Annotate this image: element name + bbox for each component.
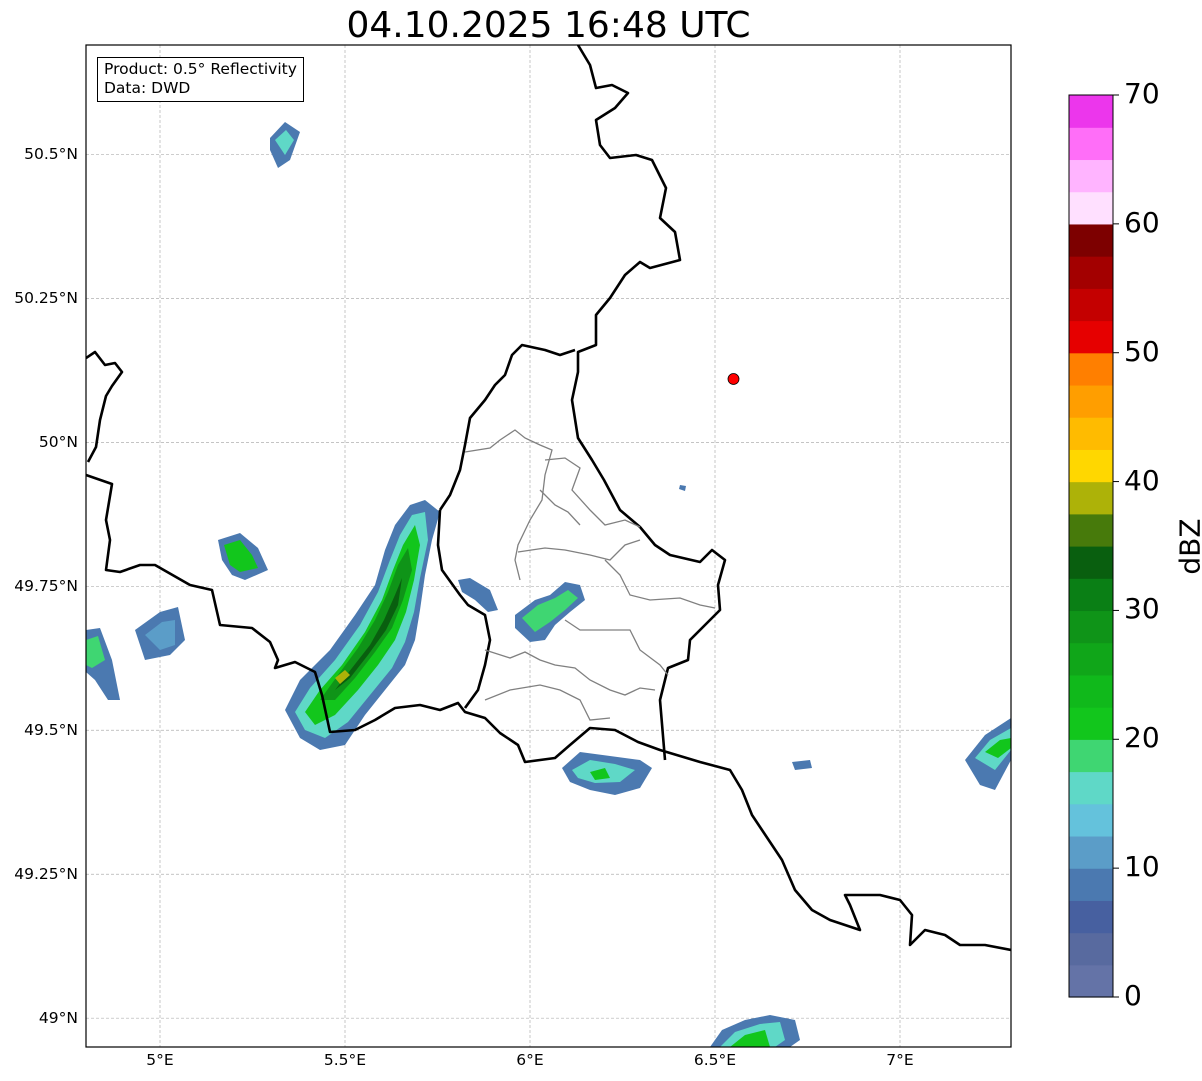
colorbar-swatch	[1069, 449, 1113, 483]
colorbar-swatch	[1069, 223, 1113, 257]
colorbar-swatch	[1069, 320, 1113, 354]
colorbar-swatch	[1069, 739, 1113, 773]
radar-map	[85, 44, 1119, 1048]
colorbar-swatch	[1069, 191, 1113, 225]
echo-cluster-west	[86, 122, 300, 700]
colorbar-swatch	[1069, 932, 1113, 966]
colorbar-swatch	[1069, 964, 1113, 998]
colorbar-swatch	[1069, 900, 1113, 934]
colorbar-swatch	[1069, 610, 1113, 644]
colorbar-swatch	[1069, 835, 1113, 869]
colorbar-swatch	[1069, 513, 1113, 547]
colorbar-swatch	[1069, 803, 1113, 837]
colorbar-tick-label: 10	[1124, 850, 1160, 884]
colorbar-swatch	[1069, 578, 1113, 612]
lon-tick-label: 5.5°E	[323, 1051, 367, 1069]
reflectivity-echoes	[86, 122, 1011, 1047]
lat-tick-label: 50.5°N	[24, 145, 78, 164]
colorbar-swatch	[1069, 868, 1113, 901]
colorbar-swatch	[1069, 546, 1113, 579]
colorbar-swatch	[1069, 771, 1113, 805]
lat-tick-label: 49.5°N	[24, 721, 78, 740]
colorbar-tick-label: 50	[1124, 334, 1160, 368]
country-borders	[86, 45, 1011, 952]
colorbar	[1069, 94, 1119, 998]
colorbar-tick-label: 30	[1124, 592, 1160, 626]
colorbar-swatch	[1069, 288, 1113, 322]
colorbar-swatch	[1069, 384, 1113, 418]
product-label: Product: 0.5° Reflectivity	[104, 60, 297, 78]
colorbar-tick-label: 60	[1124, 205, 1160, 239]
lon-tick-label: 7°E	[886, 1051, 914, 1069]
colorbar-tick-label: 0	[1124, 979, 1142, 1012]
colorbar-swatch	[1069, 127, 1113, 161]
radar-site-marker	[727, 373, 740, 385]
colorbar-swatch	[1069, 256, 1113, 289]
colorbar-swatch	[1069, 674, 1113, 708]
echo-cluster-luxembourg	[458, 485, 686, 642]
echo-cluster-main	[285, 500, 440, 750]
colorbar-swatch	[1069, 159, 1113, 193]
echo-cluster-south	[562, 718, 1011, 1047]
lat-tick-label: 49.75°N	[14, 577, 78, 596]
lon-tick-label: 6°E	[516, 1051, 544, 1069]
colorbar-swatch	[1069, 707, 1113, 740]
colorbar-tick-label: 70	[1124, 77, 1160, 110]
lon-tick-label: 6.5°E	[693, 1051, 737, 1069]
colorbar-swatch	[1069, 642, 1113, 676]
colorbar-tick-label: 40	[1124, 463, 1160, 497]
lat-tick-label: 50.25°N	[14, 289, 78, 308]
lat-tick-label: 49°N	[38, 1009, 78, 1028]
data-source-label: Data: DWD	[104, 79, 191, 97]
colorbar-swatch	[1069, 352, 1113, 386]
lon-tick-label: 5°E	[146, 1051, 174, 1069]
admin-boundaries	[464, 429, 716, 721]
colorbar-swatch	[1069, 417, 1113, 450]
colorbar-swatch	[1069, 481, 1113, 515]
lat-tick-label: 49.25°N	[14, 865, 78, 884]
lat-tick-label: 50°N	[38, 433, 78, 452]
colorbar-tick-label: 20	[1124, 721, 1160, 755]
colorbar-swatch	[1069, 95, 1113, 128]
colorbar-unit-label: dBZ	[1173, 518, 1202, 575]
product-info-box: Product: 0.5° Reflectivity Data: DWD	[97, 57, 304, 102]
